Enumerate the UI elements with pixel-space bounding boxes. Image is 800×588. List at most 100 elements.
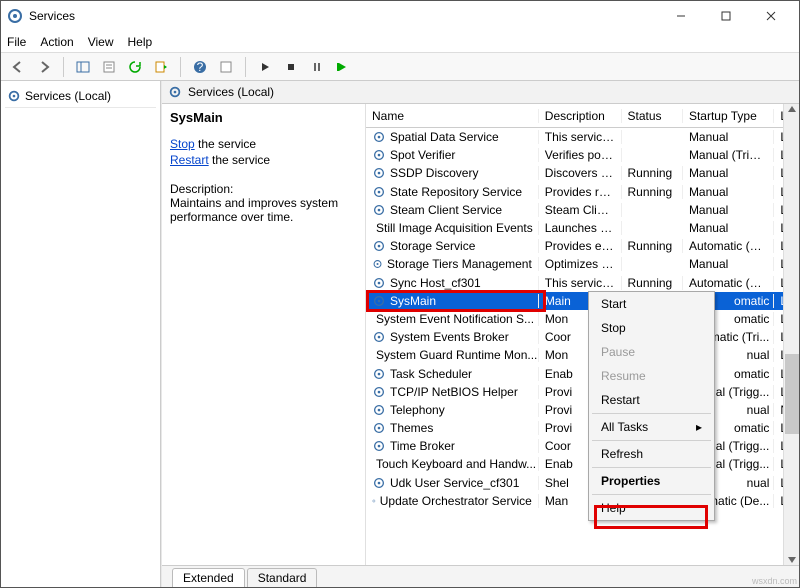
table-row[interactable]: SSDP DiscoveryDiscovers ne...RunningManu… bbox=[366, 164, 799, 182]
menu-help[interactable]: Help bbox=[128, 35, 153, 49]
gear-icon bbox=[372, 130, 386, 144]
menu-file[interactable]: File bbox=[7, 35, 26, 49]
table-row[interactable]: System Event Notification S...MonomaticL… bbox=[366, 310, 799, 328]
gear-icon bbox=[372, 239, 386, 253]
gear-icon bbox=[372, 494, 376, 508]
refresh-button[interactable] bbox=[124, 56, 146, 78]
table-row[interactable]: Update Orchestrator ServiceManomatic (De… bbox=[366, 492, 799, 510]
ctx-start[interactable]: Start bbox=[589, 292, 714, 316]
col-startup-type[interactable]: Startup Type bbox=[683, 109, 774, 123]
close-button[interactable] bbox=[748, 2, 793, 30]
export-button[interactable] bbox=[150, 56, 172, 78]
detail-actions: Stop the service Restart the service bbox=[170, 137, 357, 168]
help-button[interactable]: ? bbox=[189, 56, 211, 78]
col-status[interactable]: Status bbox=[622, 109, 683, 123]
gear-icon bbox=[372, 185, 386, 199]
gear-icon bbox=[372, 421, 386, 435]
window-buttons bbox=[658, 2, 793, 30]
gear-icon bbox=[372, 294, 386, 308]
ctx-separator bbox=[592, 413, 711, 414]
stop-link[interactable]: Stop bbox=[170, 137, 195, 151]
ctx-stop[interactable]: Stop bbox=[589, 316, 714, 340]
about-button[interactable] bbox=[215, 56, 237, 78]
gear-icon bbox=[372, 166, 386, 180]
gear-icon bbox=[168, 85, 182, 99]
ctx-separator bbox=[592, 494, 711, 495]
table-row[interactable]: Task SchedulerEnabomaticLoc bbox=[366, 364, 799, 382]
table-row[interactable]: Still Image Acquisition EventsLaunches a… bbox=[366, 219, 799, 237]
right-pane-title: Services (Local) bbox=[188, 85, 274, 99]
titlebar: Services bbox=[1, 1, 799, 31]
restart-text: the service bbox=[209, 153, 270, 167]
menu-action[interactable]: Action bbox=[40, 35, 73, 49]
table-row[interactable]: Time BrokerCoornual (Trigg...Loc bbox=[366, 437, 799, 455]
minimize-button[interactable] bbox=[658, 2, 703, 30]
restart-link[interactable]: Restart bbox=[170, 153, 209, 167]
ctx-all-tasks[interactable]: All Tasks▸ bbox=[589, 415, 714, 439]
tree-node-services-local[interactable]: Services (Local) bbox=[5, 85, 156, 108]
services-icon bbox=[7, 8, 23, 24]
window-title: Services bbox=[29, 9, 658, 23]
table-row[interactable]: Spatial Data ServiceThis service i...Man… bbox=[366, 128, 799, 146]
table-row[interactable]: ThemesProviomaticLoc bbox=[366, 419, 799, 437]
table-row[interactable]: System Guard Runtime Mon...MonnualLoc bbox=[366, 346, 799, 364]
menu-view[interactable]: View bbox=[88, 35, 114, 49]
table-row[interactable]: TelephonyProvinualNe bbox=[366, 401, 799, 419]
gear-icon bbox=[372, 385, 386, 399]
gear-icon bbox=[372, 403, 386, 417]
col-description[interactable]: Description bbox=[539, 109, 622, 123]
pause-service-button[interactable] bbox=[306, 56, 328, 78]
detail-pane: SysMain Stop the service Restart the ser… bbox=[162, 104, 365, 565]
ctx-refresh[interactable]: Refresh bbox=[589, 442, 714, 466]
vertical-scrollbar[interactable] bbox=[783, 104, 799, 565]
start-service-button[interactable] bbox=[254, 56, 276, 78]
right-pane: Services (Local) SysMain Stop the servic… bbox=[161, 81, 799, 587]
column-headers: Name Description Status Startup Type Log bbox=[366, 104, 799, 128]
properties-toolbar-button[interactable] bbox=[98, 56, 120, 78]
restart-service-button[interactable] bbox=[332, 56, 354, 78]
table-row[interactable]: Steam Client ServiceSteam Client...Manua… bbox=[366, 201, 799, 219]
gear-icon bbox=[372, 367, 386, 381]
tab-extended[interactable]: Extended bbox=[172, 568, 245, 587]
toolbar: ? bbox=[1, 53, 799, 81]
table-row[interactable]: System Events BrokerCooromatic (Tri...Lo… bbox=[366, 328, 799, 346]
tab-standard[interactable]: Standard bbox=[247, 568, 318, 587]
toolbar-separator bbox=[245, 57, 246, 77]
gear-icon bbox=[7, 89, 21, 103]
chevron-right-icon: ▸ bbox=[696, 420, 702, 434]
back-button[interactable] bbox=[7, 56, 29, 78]
table-row[interactable]: Udk User Service_cf301ShelnualLoc bbox=[366, 474, 799, 492]
table-row[interactable]: Spot VerifierVerifies pote...Manual (Tri… bbox=[366, 146, 799, 164]
scroll-up-icon bbox=[787, 104, 797, 114]
watermark: wsxdn.com bbox=[752, 576, 797, 586]
menubar: File Action View Help bbox=[1, 31, 799, 53]
gear-icon bbox=[372, 439, 386, 453]
gear-icon bbox=[372, 148, 386, 162]
ctx-restart[interactable]: Restart bbox=[589, 388, 714, 412]
table-row[interactable]: TCP/IP NetBIOS HelperProvinual (Trigg...… bbox=[366, 383, 799, 401]
table-row[interactable]: Sync Host_cf301This service ...RunningAu… bbox=[366, 274, 799, 292]
maximize-button[interactable] bbox=[703, 2, 748, 30]
service-rows: Spatial Data ServiceThis service i...Man… bbox=[366, 128, 799, 565]
stop-service-button[interactable] bbox=[280, 56, 302, 78]
services-window: Services File Action View Help ? bbox=[0, 0, 800, 588]
col-name[interactable]: Name bbox=[366, 109, 539, 123]
body: Services (Local) Services (Local) SysMai… bbox=[1, 81, 799, 587]
table-row[interactable]: Storage Tiers ManagementOptimizes th...M… bbox=[366, 255, 799, 273]
right-inner: SysMain Stop the service Restart the ser… bbox=[162, 104, 799, 565]
ctx-help[interactable]: Help bbox=[589, 496, 714, 520]
tree-node-label: Services (Local) bbox=[25, 89, 111, 103]
forward-button[interactable] bbox=[33, 56, 55, 78]
ctx-resume: Resume bbox=[589, 364, 714, 388]
table-row[interactable]: SysMainMainomaticLoc bbox=[366, 292, 799, 310]
table-row[interactable]: Touch Keyboard and Handw...Enabnual (Tri… bbox=[366, 455, 799, 473]
table-row[interactable]: Storage ServiceProvides ena...RunningAut… bbox=[366, 237, 799, 255]
context-menu: Start Stop Pause Resume Restart All Task… bbox=[588, 291, 715, 521]
tabs: Extended Standard bbox=[162, 565, 799, 587]
service-list: Name Description Status Startup Type Log… bbox=[365, 104, 799, 565]
ctx-separator bbox=[592, 440, 711, 441]
scrollbar-thumb[interactable] bbox=[785, 354, 799, 434]
ctx-properties[interactable]: Properties bbox=[589, 469, 714, 493]
show-hide-tree-button[interactable] bbox=[72, 56, 94, 78]
table-row[interactable]: State Repository ServiceProvides req...R… bbox=[366, 183, 799, 201]
